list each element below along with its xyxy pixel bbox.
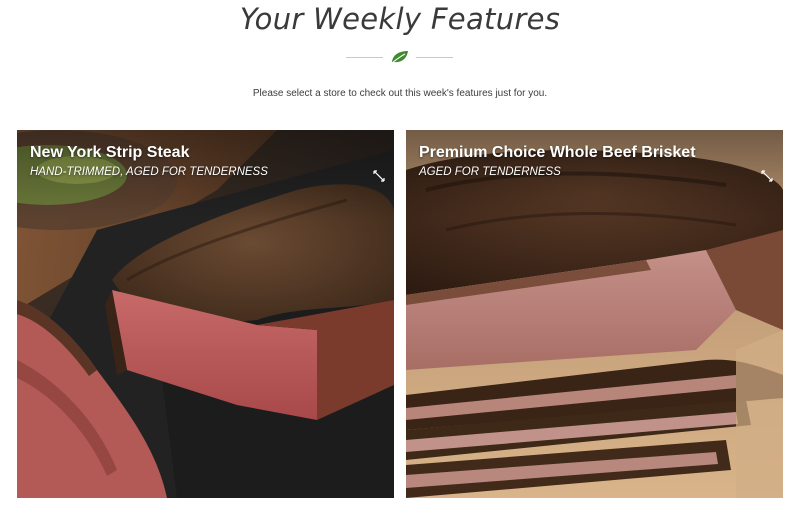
feature-tagline: HAND-TRIMMED, AGED FOR TENDERNESS bbox=[30, 166, 268, 178]
expand-arrows-icon[interactable] bbox=[761, 170, 773, 182]
feature-tagline: AGED FOR TENDERNESS bbox=[419, 166, 561, 178]
feature-name: Premium Choice Whole Beef Brisket bbox=[419, 144, 696, 161]
expand-arrows-icon[interactable] bbox=[373, 170, 385, 182]
page-title: Your Weekly Features bbox=[239, 2, 561, 36]
title-divider bbox=[0, 49, 800, 65]
feature-card-ny-strip[interactable]: New York Strip Steak HAND-TRIMMED, AGED … bbox=[17, 130, 394, 498]
feature-card-brisket[interactable]: Premium Choice Whole Beef Brisket AGED F… bbox=[406, 130, 783, 498]
divider-line-left bbox=[346, 57, 383, 58]
leaf-icon bbox=[391, 51, 408, 64]
store-prompt: Please select a store to check out this … bbox=[252, 88, 548, 99]
divider-line-right bbox=[416, 57, 453, 58]
feature-name: New York Strip Steak bbox=[30, 144, 190, 161]
